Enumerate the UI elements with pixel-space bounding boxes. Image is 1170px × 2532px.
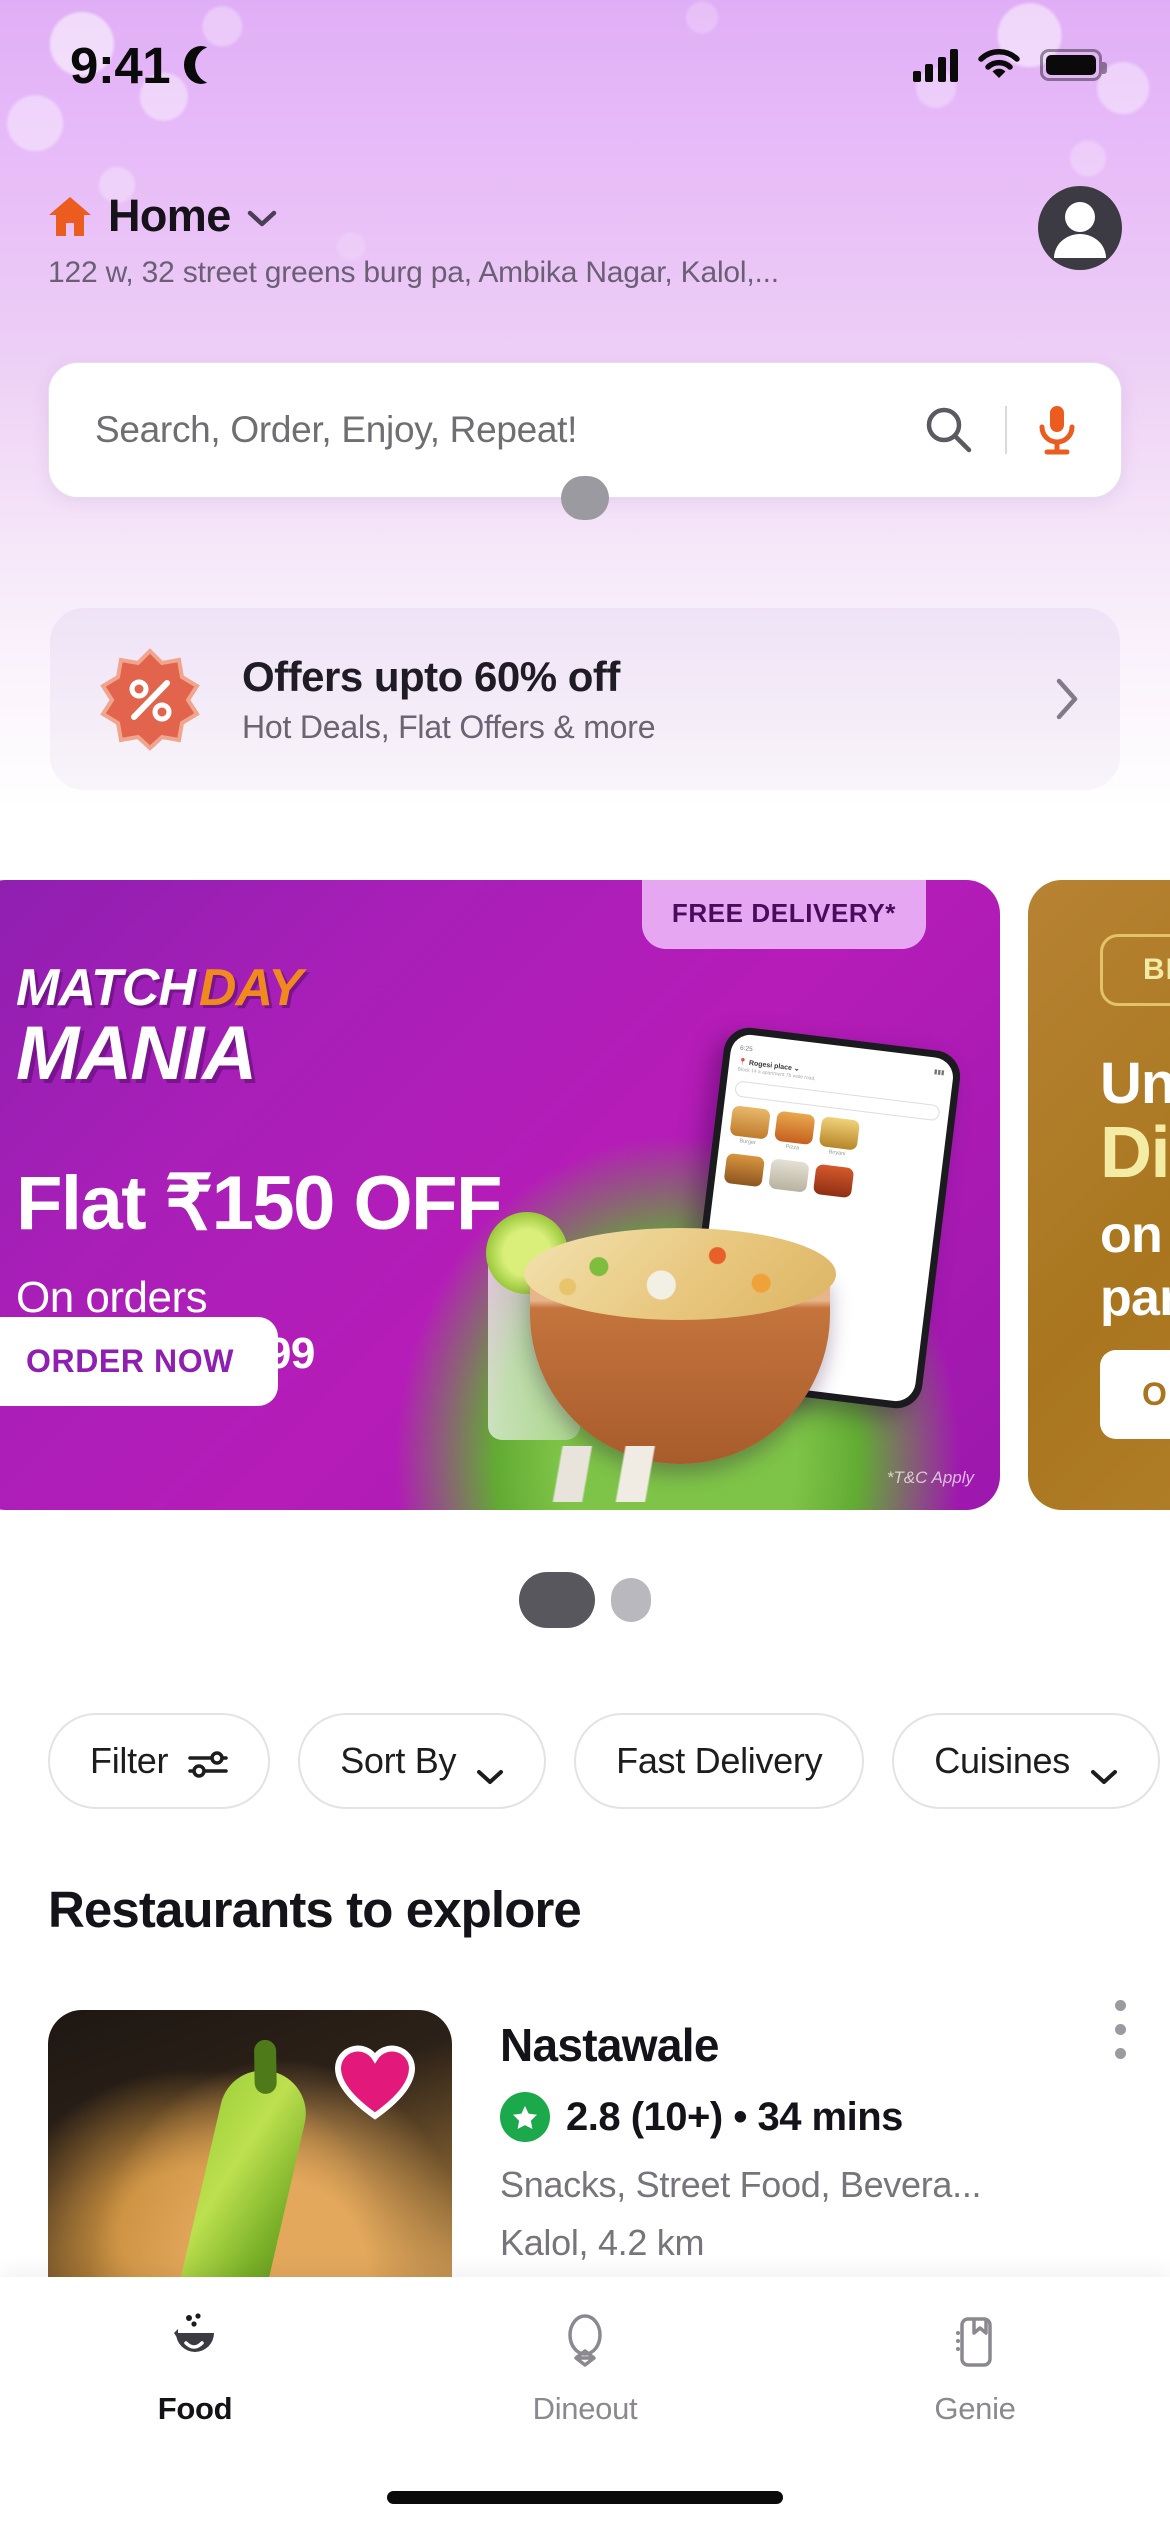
carousel-dot-active[interactable] — [519, 1572, 595, 1628]
nav-item-dineout-label: Dineout — [532, 2391, 638, 2426]
chip-cuisines-label: Cuisines — [934, 1740, 1070, 1781]
restaurant-name: Nastawale — [500, 2019, 719, 2071]
banner2-line2: Dis — [1100, 1113, 1170, 1193]
house-icon — [48, 195, 92, 237]
free-delivery-tag: FREE DELIVERY* — [641, 880, 926, 949]
filter-chip-row[interactable]: Filter Sort By Fast Delivery Cuisines — [0, 1706, 1170, 1816]
restaurant-location: Kalol, 4.2 km — [500, 2222, 705, 2263]
big-sale-tag: BIG S — [1100, 934, 1170, 1006]
home-indicator — [387, 2491, 783, 2504]
terms-text: *T&C Apply — [886, 1468, 974, 1487]
star-icon — [500, 2092, 550, 2142]
nav-item-food-label: Food — [157, 2391, 233, 2426]
brand-line1-b: DAY — [198, 959, 303, 1017]
banner2-line3-a: on y — [1100, 1206, 1170, 1264]
chevron-down-icon — [476, 1753, 504, 1784]
microphone-icon[interactable] — [1037, 404, 1077, 456]
chip-fast-delivery-label: Fast Delivery — [616, 1740, 823, 1781]
percent-badge-icon — [98, 647, 202, 751]
order-now-button[interactable]: ORDER NOW — [0, 1317, 279, 1406]
sliders-icon — [188, 1746, 228, 1778]
promo-banner-matchday[interactable]: 6:25 ▮▮▮ 📍 Rogesi place ⌄ Block 14 a apar… — [0, 880, 1000, 1510]
dineout-glass-icon — [554, 2311, 616, 2373]
nav-item-genie-label: Genie — [934, 2391, 1016, 2426]
section-title: Restaurants to explore — [48, 1881, 582, 1938]
banner2-line3-b: par — [1100, 1269, 1170, 1328]
scroll-handle[interactable] — [561, 476, 609, 520]
restaurant-info: Nastawale 2.8 (10+) • 34 mins Snacks, St… — [500, 2010, 1122, 2320]
status-bar: 9:41 — [0, 0, 1170, 130]
avatar[interactable] — [1038, 186, 1122, 270]
status-time: 9:41 — [70, 36, 171, 94]
chip-filter[interactable]: Filter — [48, 1713, 271, 1809]
crescent-moon-icon — [184, 46, 218, 84]
cellular-signal-icon — [912, 48, 958, 82]
wifi-icon — [978, 49, 1020, 81]
banner2-cta-button[interactable]: ORD — [1100, 1350, 1170, 1439]
header-row: Home 122 w, 32 street greens burg pa, Am… — [48, 186, 1122, 290]
chevron-down-icon[interactable] — [247, 210, 277, 228]
carousel-pagination[interactable] — [0, 1572, 1170, 1628]
chip-cuisines[interactable]: Cuisines — [892, 1713, 1160, 1809]
chip-sort-by-label: Sort By — [340, 1740, 457, 1781]
offers-text: Offers upto 60% off Hot Deals, Flat Offe… — [242, 653, 1054, 746]
chevron-right-icon[interactable] — [1054, 677, 1080, 721]
bottom-navigation: Food Dineout Genie — [0, 2277, 1170, 2532]
home-label-row[interactable]: Home — [48, 190, 779, 242]
banner2-line1: Unli — [1100, 1051, 1170, 1116]
chip-sort-by[interactable]: Sort By — [298, 1713, 547, 1809]
promo-banner-bigsale[interactable]: BIG S Unli Dis on y par ORD — [1028, 880, 1170, 1510]
nav-item-dineout[interactable]: Dineout — [390, 2311, 780, 2427]
location-header: Home 122 w, 32 street greens burg pa, Am… — [0, 186, 1170, 290]
chevron-down-icon — [1090, 1753, 1118, 1784]
chip-filter-label: Filter — [90, 1740, 169, 1781]
banner2-line3: on y par — [1100, 1204, 1170, 1331]
nav-item-food[interactable]: Food — [0, 2311, 390, 2427]
user-avatar-icon — [1054, 202, 1106, 258]
nav-item-genie[interactable]: Genie — [780, 2311, 1170, 2427]
address-text: 122 w, 32 street greens burg pa, Ambika … — [48, 256, 779, 289]
banner-headline: Flat ₹150 OFF — [16, 1161, 502, 1246]
restaurant-card[interactable]: Nastawale 2.8 (10+) • 34 mins Snacks, St… — [48, 2010, 1122, 2320]
search-icon[interactable] — [923, 404, 975, 456]
search-input[interactable]: Search, Order, Enjoy, Repeat! — [95, 409, 923, 451]
food-bowl-icon — [164, 2311, 226, 2373]
offers-banner[interactable]: Offers upto 60% off Hot Deals, Flat Offe… — [50, 608, 1120, 790]
divider — [1005, 406, 1007, 454]
carousel-dot-inactive[interactable] — [611, 1578, 651, 1622]
offers-subtitle: Hot Deals, Flat Offers & more — [242, 708, 656, 745]
status-bar-right — [912, 48, 1107, 82]
restaurant-image[interactable] — [48, 2010, 452, 2320]
cricket-stumps-graphic — [528, 1446, 728, 1502]
matchday-mania-logo: MATCH DAY MANIA — [16, 958, 303, 1097]
home-label: Home — [108, 190, 231, 241]
brand-line1-a: MATCH — [16, 959, 196, 1017]
restaurant-rating-row: 2.8 (10+) • 34 mins — [500, 2092, 1122, 2142]
search-area: Search, Order, Enjoy, Repeat! — [48, 362, 1122, 520]
chip-fast-delivery[interactable]: Fast Delivery — [574, 1713, 865, 1809]
offers-title: Offers upto 60% off — [242, 652, 620, 700]
app-screen: 9:41 Home 122 w, 32 street greens burg p… — [0, 0, 1170, 2532]
genie-bag-icon — [944, 2311, 1006, 2373]
location-selector[interactable]: Home 122 w, 32 street greens burg pa, Am… — [48, 186, 779, 290]
kebab-menu-icon[interactable] — [1115, 2000, 1126, 2059]
brand-line2: MANIA — [16, 1011, 257, 1096]
heart-filled-icon[interactable] — [334, 2044, 416, 2120]
status-bar-left: 9:41 — [70, 36, 218, 95]
restaurant-cuisines: Snacks, Street Food, Bevera... — [500, 2164, 982, 2205]
battery-full-icon — [1040, 49, 1107, 81]
promo-carousel[interactable]: 6:25 ▮▮▮ 📍 Rogesi place ⌄ Block 14 a apar… — [0, 880, 1170, 1510]
restaurant-rating: 2.8 (10+) • 34 mins — [566, 2094, 903, 2139]
